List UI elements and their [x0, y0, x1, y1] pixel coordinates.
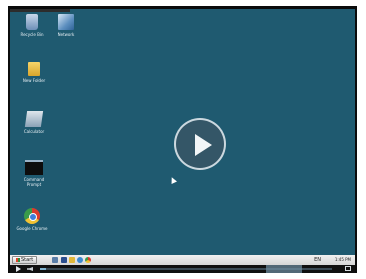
- windows-logo-icon: [16, 258, 20, 262]
- desktop-icon-network[interactable]: Network: [44, 14, 88, 37]
- play-icon: [195, 134, 212, 156]
- video-title-strip: [10, 9, 70, 12]
- video-frame: Recycle Bin Network New Folder Calculato…: [8, 6, 357, 273]
- volume-icon[interactable]: [27, 267, 33, 271]
- desktop-icon-label: Google Chrome: [16, 226, 48, 231]
- desktop-icon-calculator[interactable]: Calculator: [12, 111, 56, 134]
- file-explorer-icon[interactable]: [69, 257, 75, 263]
- taskbar: Start EN 1:45 PM: [10, 255, 355, 265]
- server-manager-icon[interactable]: [52, 257, 58, 263]
- desktop-icon-label: Command Prompt: [23, 177, 45, 187]
- play-button[interactable]: [174, 118, 226, 170]
- start-button[interactable]: Start: [12, 256, 38, 264]
- time-display: [266, 265, 302, 273]
- desktop-icon-google-chrome[interactable]: Google Chrome: [10, 208, 54, 231]
- desktop-icon-label: New Folder: [22, 78, 46, 83]
- network-icon: [58, 14, 74, 30]
- mouse-pointer-icon: [169, 176, 177, 184]
- desktop-icon-label: Network: [57, 32, 75, 37]
- desktop-icon-new-folder[interactable]: New Folder: [12, 62, 56, 83]
- command-prompt-icon: [25, 160, 43, 175]
- progress-fill: [40, 268, 46, 270]
- fullscreen-icon[interactable]: [345, 266, 351, 271]
- system-clock[interactable]: 1:45 PM: [335, 256, 351, 264]
- desktop: Recycle Bin Network New Folder Calculato…: [10, 9, 355, 255]
- video-controls: [10, 265, 355, 273]
- chrome-taskbar-icon[interactable]: [85, 257, 91, 263]
- powershell-icon[interactable]: [61, 257, 67, 263]
- folder-icon: [28, 62, 40, 76]
- control-play-icon[interactable]: [16, 266, 21, 272]
- language-indicator[interactable]: EN: [314, 256, 321, 264]
- calculator-icon: [24, 111, 44, 127]
- desktop-icon-command-prompt[interactable]: Command Prompt: [12, 160, 56, 187]
- start-label: Start: [21, 257, 34, 263]
- recycle-bin-icon: [26, 14, 38, 30]
- desktop-icon-label: Calculator: [23, 129, 45, 134]
- chrome-icon: [24, 208, 40, 224]
- internet-explorer-icon[interactable]: [77, 257, 83, 263]
